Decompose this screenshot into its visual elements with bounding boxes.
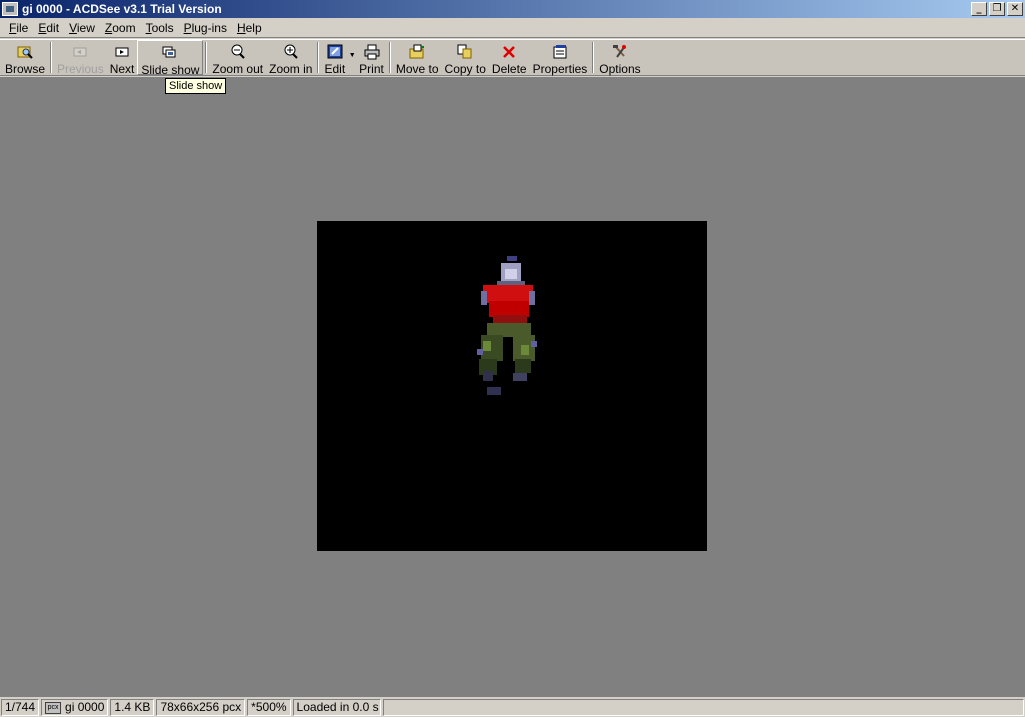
move-to-button[interactable]: Move to [393, 40, 442, 76]
options-button[interactable]: Options [596, 40, 643, 76]
window-controls: _ ❐ ✕ [969, 2, 1023, 16]
toolbar-separator [592, 42, 595, 73]
title-bar[interactable]: gi 0000 - ACDSee v3.1 Trial Version _ ❐ … [0, 0, 1025, 18]
image-viewer[interactable] [0, 77, 1025, 697]
move-to-label: Move to [395, 62, 439, 76]
copy-icon [457, 44, 473, 60]
app-icon[interactable] [2, 2, 18, 16]
minimize-button[interactable]: _ [971, 2, 987, 16]
status-filename: gi 0000 [65, 700, 105, 714]
delete-x-icon [501, 44, 517, 60]
menu-help-label: elp [245, 20, 262, 35]
zoom-in-label: Zoom in [269, 62, 313, 76]
print-button[interactable]: Print [356, 40, 387, 76]
status-load-time: Loaded in 0.0 s [292, 699, 381, 716]
restore-button[interactable]: ❐ [989, 2, 1005, 16]
previous-icon [72, 44, 88, 60]
status-position: 1/744 [1, 699, 40, 716]
toolbar-separator [205, 42, 208, 73]
next-label: Next [109, 62, 135, 76]
status-zoom: *500% [247, 699, 291, 716]
zoom-out-button[interactable]: Zoom out [209, 40, 266, 76]
menu-edit[interactable]: Edit [33, 21, 64, 35]
browse-label: Browse [5, 62, 46, 76]
toolbar-separator [317, 42, 320, 73]
menu-view-accel: V [69, 20, 77, 35]
status-filesize: 1.4 KB [110, 699, 155, 716]
menu-edit-label: dit [46, 20, 60, 35]
menu-file[interactable]: File [4, 21, 33, 35]
window-title: gi 0000 - ACDSee v3.1 Trial Version [22, 2, 222, 16]
menu-bar: File Edit View Zoom Tools Plug-ins Help [0, 18, 1025, 38]
toolbar-separator [50, 42, 53, 73]
slideshow-icon [162, 45, 178, 61]
copy-to-button[interactable]: Copy to [442, 40, 489, 76]
close-button[interactable]: ✕ [1007, 2, 1023, 16]
browse-icon [17, 44, 33, 60]
move-folder-icon [409, 44, 425, 60]
print-label: Print [359, 62, 384, 76]
menu-view-label: iew [76, 20, 95, 35]
next-button[interactable]: Next [107, 40, 138, 76]
edit-label: Edit [324, 62, 346, 76]
menu-plugins-label: lug-ins [191, 20, 227, 35]
toolbar: Browse Previous Next Slide show Zoom out… [0, 39, 1025, 77]
zoom-in-button[interactable]: Zoom in [266, 40, 315, 76]
status-dimensions: 78x66x256 pcx [156, 699, 246, 716]
status-filename-panel: pcx gi 0000 [41, 699, 109, 716]
printer-icon [364, 44, 380, 60]
delete-label: Delete [491, 62, 527, 76]
browse-button[interactable]: Browse [2, 40, 48, 76]
menu-zoom-label: oom [112, 20, 136, 35]
properties-label: Properties [532, 62, 588, 76]
menu-tools[interactable]: Tools [141, 21, 179, 35]
sprite-image [477, 256, 537, 395]
next-icon [114, 44, 130, 60]
zoom-out-label: Zoom out [212, 62, 264, 76]
menu-view[interactable]: View [64, 21, 100, 35]
menu-zoom[interactable]: Zoom [100, 21, 141, 35]
previous-label: Previous [57, 62, 104, 76]
properties-icon [552, 44, 568, 60]
edit-button[interactable]: Edit [321, 40, 348, 76]
tooltip-slideshow: Slide show [165, 78, 227, 94]
pcx-file-icon: pcx [45, 701, 62, 714]
displayed-image [317, 221, 707, 551]
slideshow-label: Slide show [141, 63, 200, 77]
delete-button[interactable]: Delete [489, 40, 530, 76]
previous-button[interactable]: Previous [54, 40, 107, 76]
edit-icon [327, 44, 343, 60]
properties-button[interactable]: Properties [530, 40, 591, 76]
menu-file-label: ile [16, 20, 29, 35]
status-empty-panel [382, 699, 1024, 716]
zoom-in-icon [283, 44, 299, 60]
menu-tools-label: ools [151, 20, 174, 35]
slideshow-button[interactable]: Slide show [137, 40, 204, 77]
copy-to-label: Copy to [444, 62, 486, 76]
menu-help-accel: H [236, 20, 246, 35]
acdsee-window: gi 0000 - ACDSee v3.1 Trial Version _ ❐ … [0, 0, 1025, 717]
toolbar-separator [388, 42, 391, 73]
hammer-wrench-icon [612, 44, 628, 60]
options-label: Options [599, 62, 641, 76]
status-bar: 1/744 pcx gi 0000 1.4 KB 78x66x256 pcx *… [0, 698, 1025, 717]
zoom-out-icon [230, 44, 246, 60]
menu-help[interactable]: Help [232, 21, 267, 35]
menu-plugins[interactable]: Plug-ins [179, 21, 232, 35]
menu-plugins-accel: P [183, 20, 192, 35]
edit-dropdown-arrow[interactable]: ▼ [348, 40, 356, 75]
